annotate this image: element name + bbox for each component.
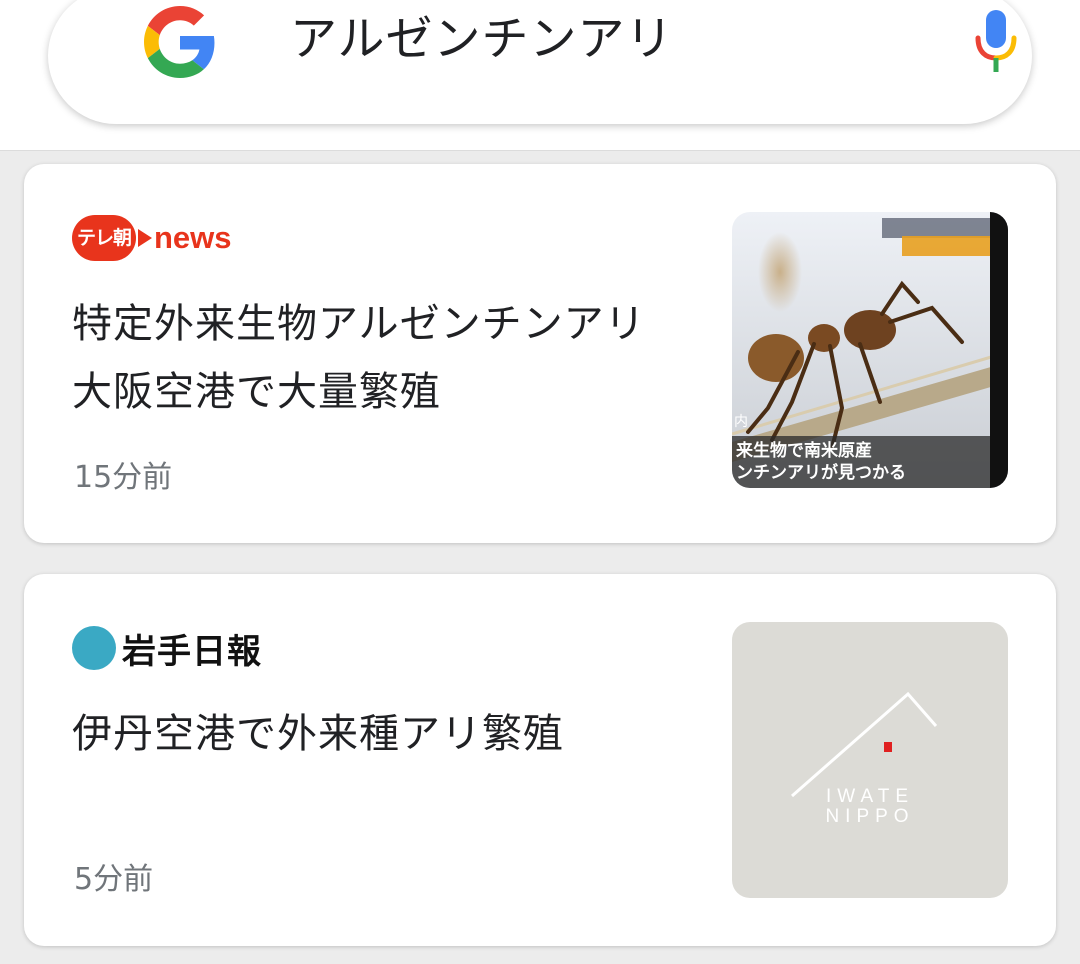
play-arrow-icon bbox=[138, 229, 152, 247]
article-time: 5分前 bbox=[74, 862, 154, 897]
iwate-nippo-logo-icon bbox=[72, 626, 116, 670]
thumbnail-text-line2: NIPPO bbox=[825, 806, 915, 827]
svg-text:内: 内 bbox=[734, 414, 748, 430]
article-time: 15分前 bbox=[74, 460, 173, 495]
search-header: アルゼンチンアリ bbox=[0, 0, 1080, 151]
source-logo-iwate-nippo: 岩手日報 bbox=[72, 624, 262, 672]
source-badge: テレ朝 bbox=[72, 215, 136, 261]
search-bar[interactable]: アルゼンチンアリ bbox=[48, 0, 1032, 124]
ant-photo-icon: 内 来生物で南米原産 ンチンアリが見つかる bbox=[732, 212, 1008, 488]
house-logo-icon bbox=[791, 691, 938, 798]
article-headline[interactable]: 伊丹空港で外来種アリ繁殖 bbox=[72, 700, 672, 768]
article-thumbnail[interactable]: IWATE NIPPO bbox=[732, 622, 1008, 898]
google-g-icon bbox=[144, 6, 215, 78]
article-thumbnail[interactable]: 内 来生物で南米原産 ンチンアリが見つかる bbox=[732, 212, 1008, 488]
news-card[interactable]: テレ朝 news 特定外来生物アルゼンチンアリ 大阪空港で大量繁殖 15分前 内… bbox=[24, 164, 1056, 543]
source-name: 岩手日報 bbox=[122, 631, 262, 672]
source-word: news bbox=[154, 220, 232, 255]
svg-text:ンチンアリが見つかる: ンチンアリが見つかる bbox=[736, 462, 906, 483]
article-headline[interactable]: 特定外来生物アルゼンチンアリ 大阪空港で大量繁殖 bbox=[72, 290, 672, 426]
news-card[interactable]: 岩手日報 伊丹空港で外来種アリ繁殖 5分前 IWATE NIPPO bbox=[24, 574, 1056, 946]
source-logo-tv-asahi-news: テレ朝 news bbox=[72, 214, 232, 262]
svg-text:来生物で南米原産: 来生物で南米原産 bbox=[735, 440, 872, 461]
microphone-icon[interactable] bbox=[970, 8, 1022, 74]
thumbnail-text-line1: IWATE bbox=[825, 786, 915, 807]
search-input[interactable]: アルゼンチンアリ bbox=[290, 8, 674, 72]
